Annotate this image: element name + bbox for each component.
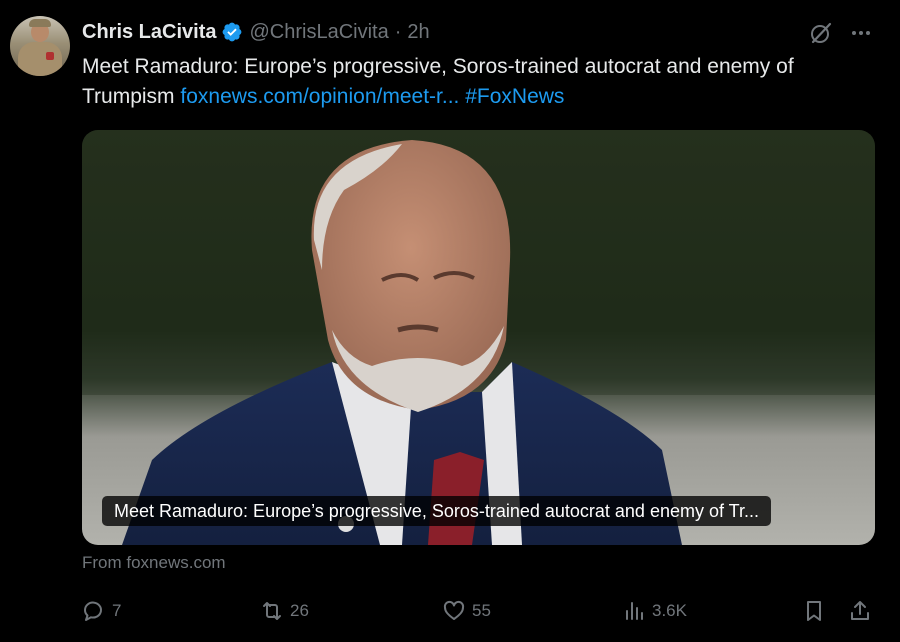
share-button[interactable] [848, 596, 872, 626]
bookmark-icon [807, 601, 821, 621]
card-photo [82, 130, 875, 545]
avatar-figure-body [18, 42, 62, 76]
author-avatar[interactable] [10, 16, 70, 76]
reply-icon [83, 601, 102, 621]
author-handle[interactable]: @ChrisLaCivita [249, 21, 388, 44]
bookmark-button[interactable] [802, 596, 826, 626]
repost-count: 26 [290, 601, 309, 620]
views-button[interactable]: 3.6K [622, 596, 687, 626]
tweet-time[interactable]: 2h [407, 21, 429, 44]
tweet-text: Meet Ramaduro: Europe’s progressive, Sor… [82, 52, 882, 112]
like-icon [443, 600, 465, 620]
card-caption: Meet Ramaduro: Europe’s progressive, Sor… [102, 496, 771, 526]
share-icon [851, 601, 869, 620]
repost-button[interactable]: 26 [260, 596, 309, 626]
avatar-figure-cap [29, 19, 51, 27]
reply-count: 7 [112, 601, 122, 620]
reply-button[interactable]: 7 [82, 596, 121, 626]
author-name[interactable]: Chris LaCivita [82, 21, 216, 44]
card-source[interactable]: From foxnews.com [82, 553, 226, 573]
tweet-header: Chris LaCivita @ChrisLaCivita · 2h [82, 20, 430, 44]
repost-icon [263, 602, 281, 620]
like-count: 55 [472, 601, 491, 620]
more-icon[interactable] [848, 20, 874, 46]
like-button[interactable]: 55 [442, 596, 491, 626]
grok-icon[interactable] [808, 20, 834, 46]
hashtag-link[interactable]: #FoxNews [465, 85, 564, 108]
views-icon [626, 602, 643, 620]
action-bar: 7 26 55 3.6K [82, 596, 877, 626]
avatar-figure-patch [46, 52, 54, 60]
time-separator: · [394, 20, 402, 43]
views-count: 3.6K [652, 601, 687, 620]
verified-badge-icon[interactable] [221, 21, 243, 43]
link-card[interactable]: Meet Ramaduro: Europe’s progressive, Sor… [82, 130, 875, 545]
article-link[interactable]: foxnews.com/opinion/meet-r... [180, 85, 459, 108]
